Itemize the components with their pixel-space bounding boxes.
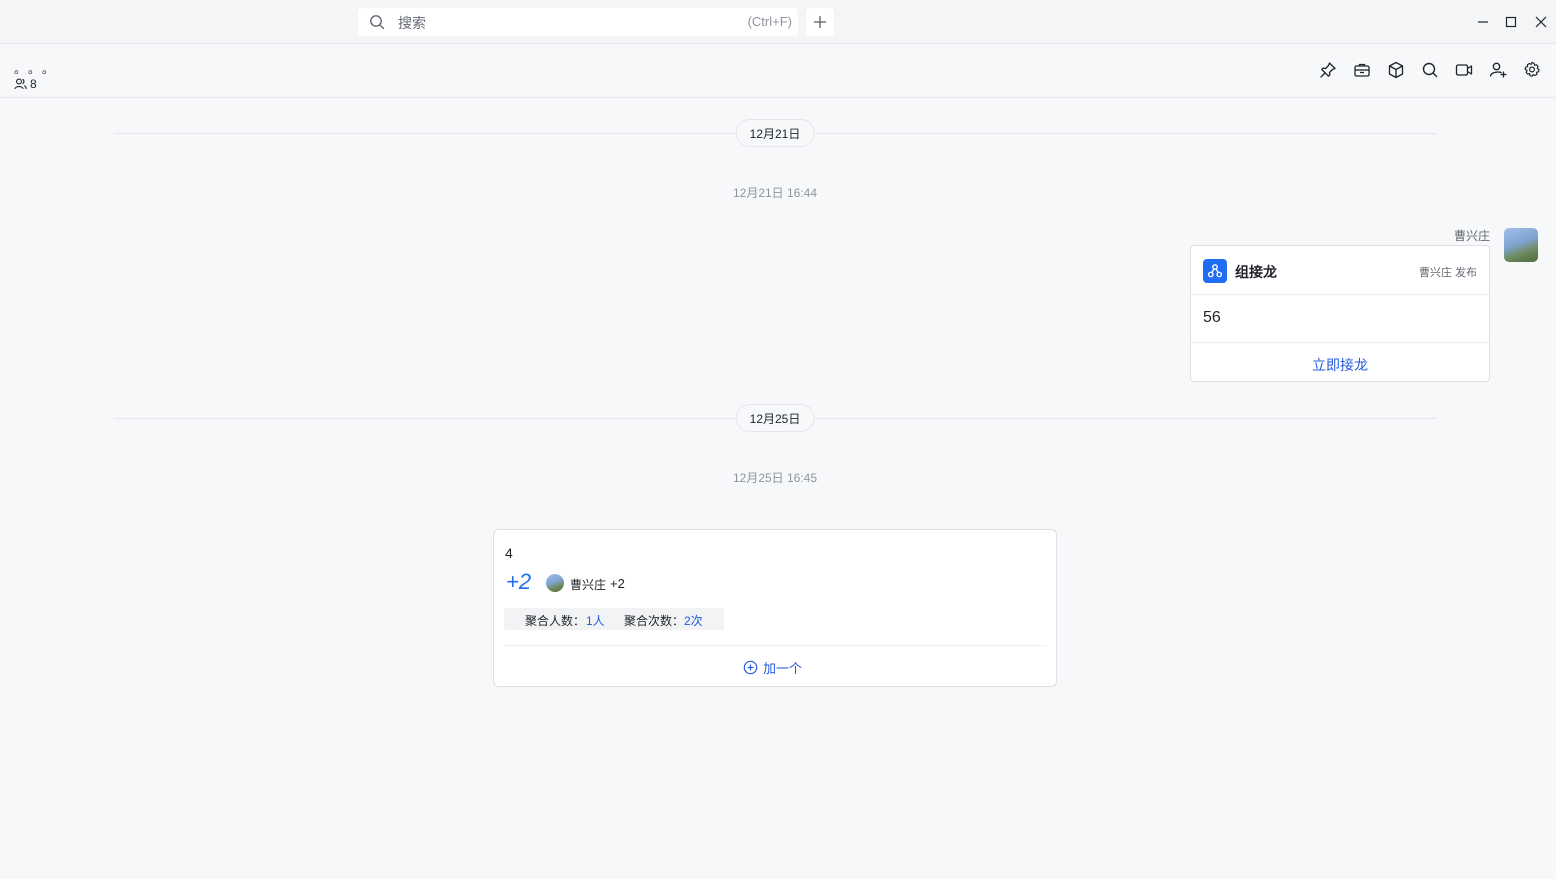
- message-text: 4: [505, 545, 513, 561]
- solitaire-card[interactable]: 组接龙 曹兴庄 发布 56 立即接龙: [1190, 245, 1490, 382]
- card-title: 组接龙: [1235, 264, 1277, 280]
- people-label: 聚合人数：: [525, 614, 586, 628]
- chat-header: 。。。 8: [0, 44, 1556, 98]
- briefcase-icon: [1354, 63, 1370, 77]
- aggregated-message: 4 +2 曹兴庄 +2 聚合人数： 1人 聚合次数： 2次 加一个: [493, 529, 1057, 687]
- search-icon: [370, 15, 385, 30]
- date-pill: 12月25日: [735, 404, 815, 432]
- aggregate-stats: 聚合人数： 1人 聚合次数： 2次: [504, 608, 724, 630]
- search-box[interactable]: (Ctrl+F): [358, 8, 798, 36]
- close-icon: [1535, 16, 1547, 28]
- card-body: 56: [1203, 309, 1221, 326]
- solitaire-icon: [1203, 259, 1227, 283]
- chat-title[interactable]: 。。。: [14, 60, 62, 77]
- message-timestamp: 12月21日 16:44: [732, 186, 818, 200]
- plus-icon: [814, 16, 826, 28]
- card-separator: [1191, 342, 1489, 343]
- gear-icon: [1524, 61, 1540, 77]
- cube-icon: [1388, 61, 1404, 79]
- toolbox-button[interactable]: [1352, 60, 1372, 80]
- user-name: 曹兴庄: [570, 578, 607, 592]
- sender-name: 曹兴庄: [1453, 229, 1490, 243]
- settings-button[interactable]: [1522, 60, 1542, 80]
- chat-search-button[interactable]: [1420, 60, 1440, 80]
- join-solitaire-button[interactable]: 立即接龙: [1191, 355, 1489, 375]
- member-count[interactable]: 8: [14, 77, 37, 91]
- card-meta: 曹兴庄 发布: [1418, 267, 1477, 279]
- plus-count: +2: [506, 569, 532, 594]
- member-count-value: 8: [30, 77, 37, 91]
- video-call-button[interactable]: [1454, 60, 1474, 80]
- minimize-button[interactable]: [1474, 13, 1492, 31]
- pin-button[interactable]: [1318, 60, 1338, 80]
- pin-icon: [1320, 62, 1336, 78]
- user-plus-count: +2: [610, 576, 625, 591]
- add-member-button[interactable]: [1488, 60, 1508, 80]
- members-icon: [14, 78, 27, 90]
- times-value: 2次: [684, 614, 703, 628]
- add-one-label: 加一个: [763, 661, 803, 676]
- maximize-icon: [1505, 16, 1517, 28]
- card-header: 组接龙 曹兴庄 发布: [1191, 246, 1489, 295]
- search-shortcut: (Ctrl+F): [747, 14, 792, 29]
- user-avatar[interactable]: [546, 574, 564, 592]
- video-camera-icon: [1455, 64, 1473, 76]
- message-timestamp: 12月25日 16:45: [732, 471, 818, 485]
- search-input[interactable]: [396, 12, 700, 34]
- card-separator: [504, 645, 1046, 646]
- people-value: 1人: [586, 614, 605, 628]
- search-icon: [1422, 62, 1438, 78]
- times-label: 聚合次数：: [624, 614, 685, 628]
- apps-button[interactable]: [1386, 60, 1406, 80]
- minimize-icon: [1478, 21, 1488, 23]
- create-button[interactable]: [806, 8, 834, 36]
- avatar[interactable]: [1504, 228, 1538, 262]
- date-pill: 12月21日: [735, 119, 815, 147]
- plus-circle-icon: [743, 660, 758, 675]
- title-bar: (Ctrl+F): [0, 0, 1556, 44]
- close-button[interactable]: [1532, 13, 1550, 31]
- add-user-icon: [1489, 62, 1507, 78]
- add-one-button[interactable]: 加一个: [743, 658, 802, 677]
- maximize-button[interactable]: [1502, 13, 1520, 31]
